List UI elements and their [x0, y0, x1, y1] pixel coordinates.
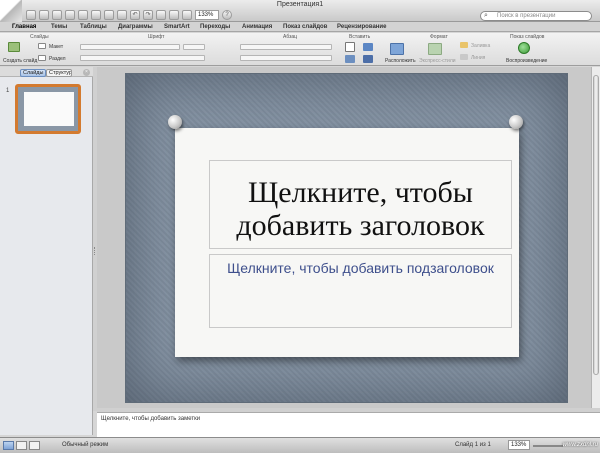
slide-thumbnail-paper: [24, 92, 74, 126]
layout-button[interactable]: Макет: [49, 44, 63, 50]
ribbon-tabs: Главная Темы Таблицы Диаграммы SmartArt …: [0, 22, 600, 32]
slideshow-view-icon[interactable]: [29, 441, 40, 450]
search-input[interactable]: ⌕ Поиск в презентации: [480, 11, 592, 21]
cut-icon[interactable]: [91, 9, 101, 20]
format-painter-icon[interactable]: [156, 9, 166, 20]
tab-slides[interactable]: Слайды: [20, 69, 47, 77]
slide-canvas[interactable]: Щелкните, чтобы добавить заголовок Щелкн…: [125, 73, 568, 403]
align-buttons[interactable]: [240, 55, 332, 61]
zoom-slider[interactable]: [533, 445, 563, 447]
slides-pane-tabs: Слайды Структура ×: [0, 67, 93, 77]
slide-counter: Слайд 1 из 1: [455, 442, 491, 448]
group-font-label: Шрифт: [148, 34, 165, 40]
tab-charts[interactable]: Диаграммы: [118, 24, 153, 30]
slide-thumbnail[interactable]: [15, 84, 81, 134]
line-button[interactable]: Линия: [471, 55, 485, 61]
undo-icon[interactable]: ↶: [130, 9, 140, 20]
paste-icon[interactable]: [117, 9, 127, 20]
quick-styles-icon[interactable]: [428, 43, 442, 55]
slide-paper: Щелкните, чтобы добавить заголовок Щелкн…: [175, 128, 519, 357]
tab-outline[interactable]: Структура: [46, 69, 72, 77]
status-bar: Обычный режим Слайд 1 из 1 133% www.zxdn…: [0, 437, 600, 453]
title-bar: Презентация1 ↶ ↷ 133% ? ⌕ Поиск в презен…: [0, 0, 600, 22]
media-browser-icon[interactable]: [169, 9, 179, 20]
section-icon: [38, 55, 46, 61]
tab-review[interactable]: Рецензирование: [337, 24, 386, 30]
open-icon[interactable]: [52, 9, 62, 20]
vertical-scrollbar[interactable]: [591, 67, 600, 411]
slide-number: 1: [6, 88, 10, 94]
group-format-label: Формат: [430, 34, 448, 40]
slide-subtitle: Щелкните, чтобы добавить подзаголовок: [227, 260, 494, 276]
group-insert-label: Вставить: [349, 34, 371, 40]
title-placeholder[interactable]: Щелкните, чтобы добавить заголовок: [209, 160, 512, 249]
quick-access-toolbar: ↶ ↷ 133% ?: [26, 9, 232, 20]
splitter-grip: [94, 247, 96, 255]
toolbox-icon[interactable]: [182, 9, 192, 20]
watermark: www.zxdnl.ru: [562, 442, 598, 448]
tab-smartart[interactable]: SmartArt: [164, 24, 190, 30]
quick-styles-button[interactable]: Экспресс-стили: [419, 58, 456, 64]
line-icon: [460, 54, 468, 60]
notes-placeholder: Щелкните, чтобы добавить заметки: [101, 416, 201, 422]
tab-transitions[interactable]: Переходы: [200, 24, 230, 30]
close-pane-icon[interactable]: ×: [83, 69, 90, 76]
fill-icon: [460, 42, 468, 48]
slides-pane: Слайды Структура × 1: [0, 67, 93, 435]
list-buttons[interactable]: [240, 44, 332, 50]
tab-tables[interactable]: Таблицы: [80, 24, 107, 30]
shape-icon[interactable]: [363, 43, 373, 51]
tab-home[interactable]: Главная: [12, 24, 36, 30]
slide-sorter-icon[interactable]: [16, 441, 27, 450]
group-slideshow-label: Показ слайдов: [510, 34, 545, 40]
save-icon[interactable]: [65, 9, 75, 20]
pin-left-icon: [168, 115, 182, 129]
subtitle-placeholder[interactable]: Щелкните, чтобы добавить подзаголовок: [209, 254, 512, 328]
font-name-select[interactable]: [80, 44, 180, 50]
window-title: Презентация1: [276, 1, 324, 8]
zoom-select[interactable]: 133%: [195, 9, 219, 20]
search-icon: ⌕: [484, 12, 488, 19]
notes-pane[interactable]: Щелкните, чтобы добавить заметки: [97, 412, 600, 437]
pin-right-icon: [509, 115, 523, 129]
play-button[interactable]: Воспроизведение: [506, 58, 547, 64]
font-size-select[interactable]: [183, 44, 205, 50]
play-icon[interactable]: [518, 42, 530, 54]
picture-icon[interactable]: [345, 55, 355, 63]
view-mode-label: Обычный режим: [62, 442, 109, 448]
arrange-button[interactable]: Расположить: [385, 58, 416, 64]
copy-icon[interactable]: [104, 9, 114, 20]
help-icon[interactable]: ?: [222, 9, 232, 20]
ribbon: Слайды Шрифт Абзац Вставить Формат Показ…: [0, 33, 600, 66]
new-slide-icon[interactable]: [8, 42, 20, 52]
layout-icon: [38, 43, 46, 49]
tab-themes[interactable]: Темы: [51, 24, 67, 30]
templates-icon[interactable]: [39, 9, 49, 20]
scrollbar-thumb[interactable]: [593, 75, 599, 375]
group-slides-label: Слайды: [30, 34, 49, 40]
print-icon[interactable]: [78, 9, 88, 20]
tab-animations[interactable]: Анимация: [242, 24, 272, 30]
tab-slideshow[interactable]: Показ слайдов: [283, 24, 327, 30]
text-box-icon[interactable]: [345, 42, 355, 52]
fill-button[interactable]: Заливка: [471, 43, 490, 49]
new-slide-button[interactable]: Создать слайд: [3, 58, 37, 64]
section-button[interactable]: Раздел: [49, 56, 66, 62]
redo-icon[interactable]: ↷: [143, 9, 153, 20]
media-icon[interactable]: [363, 55, 373, 63]
slide-title: Щелкните, чтобы добавить заголовок: [236, 176, 485, 242]
normal-view-icon[interactable]: [3, 441, 14, 450]
group-paragraph-label: Абзац: [283, 34, 298, 40]
arrange-icon[interactable]: [390, 43, 404, 55]
new-document-icon[interactable]: [26, 9, 36, 20]
status-zoom[interactable]: 133%: [508, 440, 530, 450]
font-style-buttons[interactable]: [80, 55, 205, 61]
search-placeholder: Поиск в презентации: [497, 13, 556, 19]
